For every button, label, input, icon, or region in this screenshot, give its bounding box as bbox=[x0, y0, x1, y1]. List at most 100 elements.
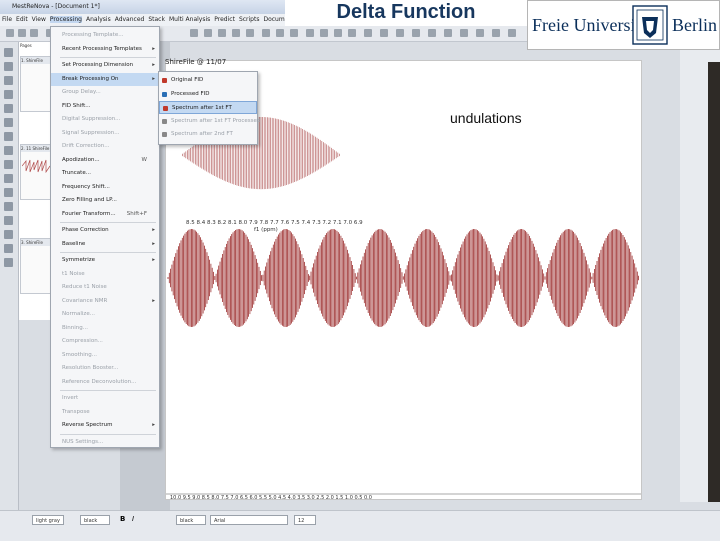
processing-menu-item[interactable]: Symmetrize ▸ bbox=[51, 254, 159, 267]
dock-tool-icon[interactable] bbox=[4, 188, 13, 197]
menu-item-label: Smoothing... bbox=[62, 351, 97, 358]
menu-item-label: Reduce t1 Noise bbox=[62, 284, 107, 290]
toolbar-tool-icon[interactable] bbox=[218, 29, 226, 37]
menu-separator bbox=[60, 390, 156, 391]
dock-tool-icon[interactable] bbox=[4, 216, 13, 225]
dock-tool-icon[interactable] bbox=[4, 244, 13, 253]
dock-tool-icon[interactable] bbox=[4, 160, 13, 169]
toolbar-tool-icon[interactable] bbox=[306, 29, 314, 37]
menu-item-label: Break Processing On bbox=[62, 75, 119, 82]
page-thumbnail[interactable]: 3. ShireFile bbox=[20, 238, 52, 294]
menu-item-label: Recent Processing Templates bbox=[62, 45, 142, 52]
processing-menu-item[interactable]: Frequency Shift... bbox=[51, 181, 159, 194]
spectrum-type-icon bbox=[163, 106, 168, 111]
menu-multi-analysis[interactable]: Multi Analysis bbox=[169, 16, 210, 23]
break-submenu-item[interactable]: Spectrum after 1st FT bbox=[159, 101, 257, 114]
page-thumbnail[interactable]: 2. 11 ShireFile bbox=[20, 144, 52, 200]
dock-tool-icon[interactable] bbox=[4, 48, 13, 57]
italic-button[interactable]: I bbox=[132, 515, 134, 523]
size-combo[interactable]: 12 bbox=[294, 515, 316, 525]
processing-menu-item[interactable]: Recent Processing Templates ▸ bbox=[51, 43, 159, 56]
dock-tool-icon[interactable] bbox=[4, 118, 13, 127]
color-combo[interactable]: light gray bbox=[32, 515, 64, 525]
font-combo[interactable]: Arial bbox=[210, 515, 288, 525]
submenu-item-label: Spectrum after 2nd FT bbox=[171, 131, 233, 137]
processing-menu-item[interactable]: Phase Correction ▸ bbox=[51, 224, 159, 237]
toolbar-tool-icon[interactable] bbox=[348, 29, 356, 37]
toolbar-tool-icon[interactable] bbox=[18, 29, 26, 37]
menu-item-label: Drift Correction... bbox=[62, 143, 110, 149]
processing-menu-item[interactable]: Break Processing On ▸ bbox=[51, 72, 159, 86]
break-submenu-item[interactable]: Spectrum after 2nd FT bbox=[159, 128, 257, 141]
processing-menu-item[interactable]: Set Processing Dimension ▸ bbox=[51, 59, 159, 72]
processing-menu-item[interactable]: Fourier Transform... Shift+F bbox=[51, 208, 159, 221]
menu-stack[interactable]: Stack bbox=[148, 16, 165, 23]
toolbar-tool-icon[interactable] bbox=[476, 29, 484, 37]
toolbar-tool-icon[interactable] bbox=[396, 29, 404, 37]
menu-item-label: Apodization... bbox=[62, 156, 100, 163]
submenu-arrow-icon: ▸ bbox=[152, 240, 155, 247]
toolbar-tool-icon[interactable] bbox=[412, 29, 420, 37]
dock-tool-icon[interactable] bbox=[4, 132, 13, 141]
break-submenu-item[interactable]: Original FID bbox=[159, 74, 257, 87]
menu-item-label: Signal Suppression... bbox=[62, 129, 120, 136]
processing-menu-item[interactable]: Reverse Spectrum ▸ bbox=[51, 419, 159, 432]
menu-item-label: Digital Suppression... bbox=[62, 116, 121, 122]
menu-item-label: NUS Settings... bbox=[62, 438, 104, 445]
processing-menu-item[interactable]: Truncate... bbox=[51, 167, 159, 180]
line-combo[interactable]: black bbox=[80, 515, 110, 525]
bold-button[interactable]: B bbox=[120, 515, 125, 523]
toolbar-tool-icon[interactable] bbox=[246, 29, 254, 37]
page-thumbnail[interactable]: 1. ShireFile bbox=[20, 56, 52, 112]
dock-tool-icon[interactable] bbox=[4, 230, 13, 239]
processing-menu-item[interactable]: Baseline ▸ bbox=[51, 238, 159, 251]
toolbar-tool-icon[interactable] bbox=[262, 29, 270, 37]
toolbar-tool-icon[interactable] bbox=[276, 29, 284, 37]
dock-tool-icon[interactable] bbox=[4, 202, 13, 211]
toolbar-tool-icon[interactable] bbox=[6, 29, 14, 37]
toolbar-tool-icon[interactable] bbox=[380, 29, 388, 37]
menu-edit[interactable]: Edit bbox=[16, 16, 28, 23]
toolbar-tool-icon[interactable] bbox=[508, 29, 516, 37]
processing-menu-item[interactable]: Apodization... W bbox=[51, 154, 159, 167]
toolbar-tool-icon[interactable] bbox=[320, 29, 328, 37]
toolbar-tool-icon[interactable] bbox=[364, 29, 372, 37]
menu-analysis[interactable]: Analysis bbox=[86, 16, 111, 23]
menu-view[interactable]: View bbox=[32, 16, 46, 23]
dock-tool-icon[interactable] bbox=[4, 104, 13, 113]
toolbar-tool-icon[interactable] bbox=[190, 29, 198, 37]
menu-advanced[interactable]: Advanced bbox=[115, 16, 145, 23]
menu-file[interactable]: File bbox=[2, 16, 12, 23]
menu-item-label: Truncate... bbox=[62, 170, 91, 176]
thumbnail-spectrum bbox=[22, 159, 50, 174]
menu-item-label: Set Processing Dimension bbox=[62, 62, 134, 68]
toolbar-tool-icon[interactable] bbox=[232, 29, 240, 37]
toolbar-tool-icon[interactable] bbox=[428, 29, 436, 37]
processing-menu-item: Resolution Booster... bbox=[51, 362, 159, 375]
processing-menu-item: Drift Correction... bbox=[51, 140, 159, 153]
dock-tool-icon[interactable] bbox=[4, 76, 13, 85]
menu-processing[interactable]: Processing bbox=[49, 16, 82, 23]
toolbar-tool-icon[interactable] bbox=[492, 29, 500, 37]
menu-scripts[interactable]: Scripts bbox=[239, 16, 260, 23]
dock-tool-icon[interactable] bbox=[4, 174, 13, 183]
menu-predict[interactable]: Predict bbox=[214, 16, 235, 23]
toolbar-tool-icon[interactable] bbox=[204, 29, 212, 37]
dock-tool-icon[interactable] bbox=[4, 62, 13, 71]
break-submenu-item[interactable]: Processed FID bbox=[159, 88, 257, 101]
dock-tool-icon[interactable] bbox=[4, 90, 13, 99]
processing-menu-item: Covariance NMR ▸ bbox=[51, 295, 159, 308]
processing-menu-item[interactable]: Zero Filling and LP... bbox=[51, 194, 159, 207]
toolbar-tool-icon[interactable] bbox=[444, 29, 452, 37]
dock-tool-icon[interactable] bbox=[4, 146, 13, 155]
fill-combo[interactable]: black bbox=[176, 515, 206, 525]
break-submenu-item[interactable]: Spectrum after 1st FT Processed bbox=[159, 115, 260, 128]
toolbar-tool-icon[interactable] bbox=[334, 29, 342, 37]
toolbar-tool-icon[interactable] bbox=[290, 29, 298, 37]
dock-tool-icon[interactable] bbox=[4, 258, 13, 267]
toolbar-tool-icon[interactable] bbox=[460, 29, 468, 37]
processing-menu-item[interactable]: FID Shift... bbox=[51, 100, 159, 113]
toolbar-tool-icon[interactable] bbox=[30, 29, 38, 37]
submenu-item-label: Processed FID bbox=[171, 90, 210, 97]
logo-text-right: Berlin bbox=[672, 15, 717, 35]
